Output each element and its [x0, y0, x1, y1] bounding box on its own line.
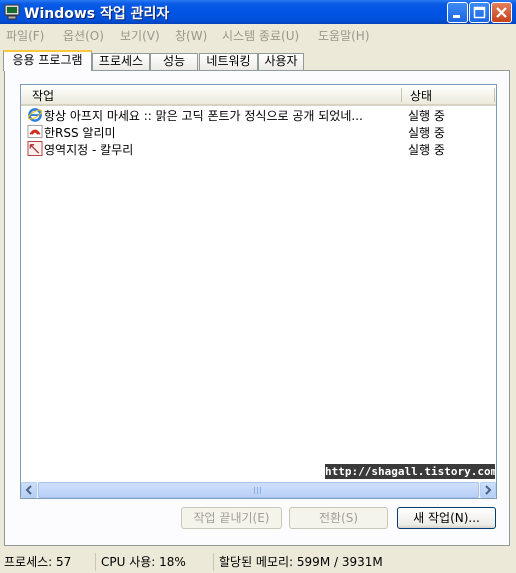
tab-networking[interactable]: 네트워킹 [199, 53, 258, 70]
task-status: 실행 중 [408, 109, 445, 123]
minimize-button[interactable] [447, 2, 468, 23]
tab-users[interactable]: 사용자 [258, 53, 304, 70]
task-status: 실행 중 [408, 143, 445, 157]
maximize-icon [473, 6, 486, 19]
menu-help[interactable]: 도움말(H) [318, 27, 370, 44]
window-title: Windows 작업 관리자 [24, 6, 170, 22]
menu-file[interactable]: 파일(F) [6, 27, 44, 44]
scrollbar-thumb[interactable] [38, 482, 479, 498]
task-manager-window: Windows 작업 관리자 파일(F) 옵션(O) 보기(V) 창(W) 시스… [0, 0, 516, 573]
chevron-left-icon [25, 485, 32, 495]
column-header-status[interactable]: 상태 [410, 87, 432, 104]
list-item[interactable]: 영역지정 - 칼무리 실행 중 [21, 140, 496, 157]
process-count: 프로세스: 57 [3, 553, 96, 571]
task-status: 실행 중 [408, 126, 445, 140]
horizontal-scrollbar[interactable] [21, 482, 496, 498]
grip-icon [254, 487, 263, 494]
close-button[interactable] [491, 2, 512, 23]
end-task-button[interactable]: 작업 끝내기(E) [181, 507, 282, 529]
menu-bar: 파일(F) 옵션(O) 보기(V) 창(W) 시스템 종료(U) 도움말(H) [0, 24, 516, 44]
maximize-button[interactable] [469, 2, 490, 23]
new-task-button[interactable]: 새 작업(N)... [397, 507, 496, 529]
menu-view[interactable]: 보기(V) [120, 27, 160, 44]
list-item[interactable]: 한RSS 알리미 실행 중 [21, 123, 496, 140]
column-header-task[interactable]: 작업 [32, 87, 54, 104]
menu-windows[interactable]: 창(W) [175, 27, 207, 44]
rss-reader-icon [27, 124, 43, 139]
task-name: 영역지정 - 칼무리 [44, 143, 134, 157]
column-divider[interactable] [494, 88, 495, 102]
list-header: 작업 상태 [21, 85, 496, 106]
task-name: 한RSS 알리미 [44, 126, 116, 140]
tab-performance[interactable]: 성능 [150, 53, 198, 70]
column-divider[interactable] [401, 88, 402, 102]
commit-charge: 할당된 메모리: 599M / 3931M [219, 555, 383, 569]
status-bar: 프로세스: 57 CPU 사용: 18% 할당된 메모리: 599M / 393… [0, 551, 516, 573]
task-name: 항상 아프지 마세요 :: 맑은 고딕 폰트가 정식으로 공개 되었네... [44, 109, 363, 123]
task-manager-app-icon [4, 4, 20, 20]
list-item[interactable]: 항상 아프지 마세요 :: 맑은 고딕 폰트가 정식으로 공개 되었네... 실… [21, 106, 496, 123]
switch-to-button[interactable]: 전환(S) [289, 507, 388, 529]
watermark-url: http://shagall.tistory.com [325, 464, 497, 479]
internet-explorer-icon [27, 108, 43, 122]
tab-processes[interactable]: 프로세스 [92, 53, 150, 70]
close-icon [496, 7, 507, 18]
chevron-right-icon [485, 485, 492, 495]
applications-list[interactable]: 작업 상태 항상 아프지 마세요 :: 맑은 고딕 폰트가 정식으로 공개 되었… [20, 84, 497, 499]
cpu-usage: CPU 사용: 18% [98, 553, 214, 571]
title-bar[interactable]: Windows 작업 관리자 [0, 0, 516, 24]
scroll-left-button[interactable] [21, 482, 37, 498]
menu-shutdown[interactable]: 시스템 종료(U) [222, 27, 299, 44]
minimize-icon [453, 15, 460, 18]
tab-applications[interactable]: 응용 프로그램 [3, 50, 92, 71]
capture-tool-icon [27, 141, 43, 156]
scroll-right-button[interactable] [480, 482, 496, 498]
menu-options[interactable]: 옵션(O) [63, 27, 104, 44]
